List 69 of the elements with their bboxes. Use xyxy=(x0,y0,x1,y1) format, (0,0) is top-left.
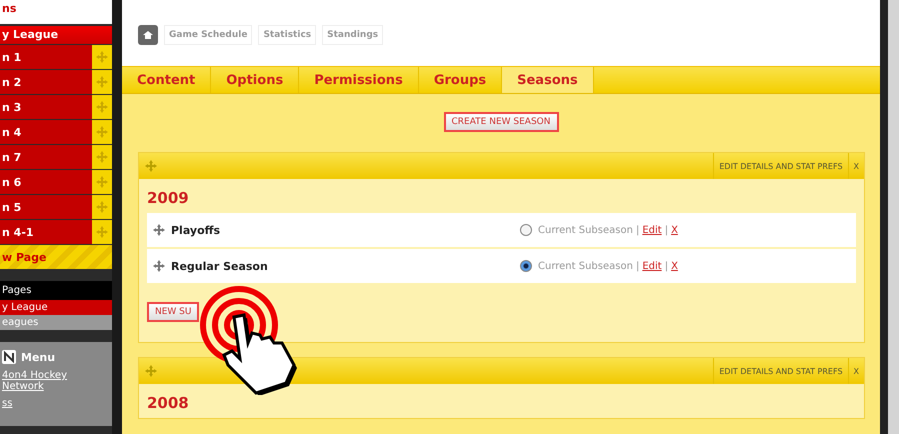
sidebar-title: ns xyxy=(0,0,112,24)
delete-link[interactable]: X xyxy=(671,260,678,272)
current-label: Current Subseason xyxy=(538,260,633,272)
drag-handle[interactable] xyxy=(92,70,112,94)
move-icon[interactable] xyxy=(153,224,165,236)
separator: | xyxy=(664,224,668,236)
menu-title: Menu xyxy=(21,350,56,364)
pages-header: Pages xyxy=(0,281,112,300)
drag-handle[interactable] xyxy=(92,95,112,119)
home-button[interactable] xyxy=(138,25,158,45)
page-link[interactable]: y League xyxy=(0,300,112,315)
subseason-name: Playoffs xyxy=(171,224,222,236)
menu-link[interactable]: 4on4 Hockey Network xyxy=(2,370,108,392)
move-icon xyxy=(96,51,108,63)
page-item[interactable]: n 5 xyxy=(0,195,92,219)
move-icon xyxy=(96,201,108,213)
nav-link[interactable]: Game Schedule xyxy=(164,25,252,45)
nav-link[interactable]: Statistics xyxy=(258,25,316,45)
move-icon xyxy=(96,176,108,188)
delete-link[interactable]: X xyxy=(671,224,678,236)
season-title: 2008 xyxy=(146,393,190,414)
home-icon xyxy=(143,30,153,40)
drag-handle[interactable] xyxy=(92,220,112,244)
league-header[interactable]: y League xyxy=(0,26,112,44)
move-icon[interactable] xyxy=(153,260,165,272)
nav-link[interactable]: Standings xyxy=(322,25,384,45)
new-subseason-button[interactable]: NEW SU xyxy=(147,302,200,322)
drag-handle[interactable] xyxy=(92,145,112,169)
tab[interactable]: Permissions xyxy=(299,67,419,93)
season-title: 2009 xyxy=(146,188,190,209)
move-icon xyxy=(96,76,108,88)
page-item[interactable]: n 3 xyxy=(0,95,92,119)
drag-handle[interactable] xyxy=(92,120,112,144)
radio-button[interactable] xyxy=(520,260,532,272)
edit-link[interactable]: Edit xyxy=(642,260,662,272)
page-item[interactable]: n 2 xyxy=(0,70,92,94)
menu-link[interactable]: ss xyxy=(2,398,108,409)
tab[interactable]: Seasons xyxy=(502,67,594,93)
page-link[interactable]: eagues xyxy=(0,315,112,330)
separator: | xyxy=(636,260,640,272)
drag-handle[interactable] xyxy=(92,45,112,69)
page-item[interactable]: n 4-1 xyxy=(0,220,92,244)
page-item[interactable]: n 6 xyxy=(0,170,92,194)
close-button[interactable]: X xyxy=(848,358,864,384)
move-icon xyxy=(96,151,108,163)
page-item[interactable]: n 4 xyxy=(0,120,92,144)
move-icon xyxy=(96,101,108,113)
create-season-button[interactable]: CREATE NEW SEASON xyxy=(444,112,558,132)
drag-handle[interactable] xyxy=(92,170,112,194)
edit-details-button[interactable]: EDIT DETAILS AND STAT PREFS xyxy=(713,153,848,179)
drag-handle[interactable] xyxy=(92,195,112,219)
radio-button[interactable] xyxy=(520,224,532,236)
tab[interactable]: Content xyxy=(122,67,212,93)
move-icon[interactable] xyxy=(145,160,157,172)
close-button[interactable]: X xyxy=(848,153,864,179)
edit-details-button[interactable]: EDIT DETAILS AND STAT PREFS xyxy=(713,358,848,384)
move-icon xyxy=(96,226,108,238)
new-page-button[interactable]: w Page xyxy=(0,245,112,269)
separator: | xyxy=(664,260,668,272)
edit-link[interactable]: Edit xyxy=(642,224,662,236)
current-label: Current Subseason xyxy=(538,224,633,236)
logo-icon xyxy=(2,350,16,364)
subseason-name: Regular Season xyxy=(171,260,269,272)
separator: | xyxy=(636,224,640,236)
page-item[interactable]: n 1 xyxy=(0,45,92,69)
tab[interactable]: Options xyxy=(211,67,300,93)
page-item[interactable]: n 7 xyxy=(0,145,92,169)
move-icon xyxy=(96,126,108,138)
move-icon[interactable] xyxy=(145,365,157,377)
